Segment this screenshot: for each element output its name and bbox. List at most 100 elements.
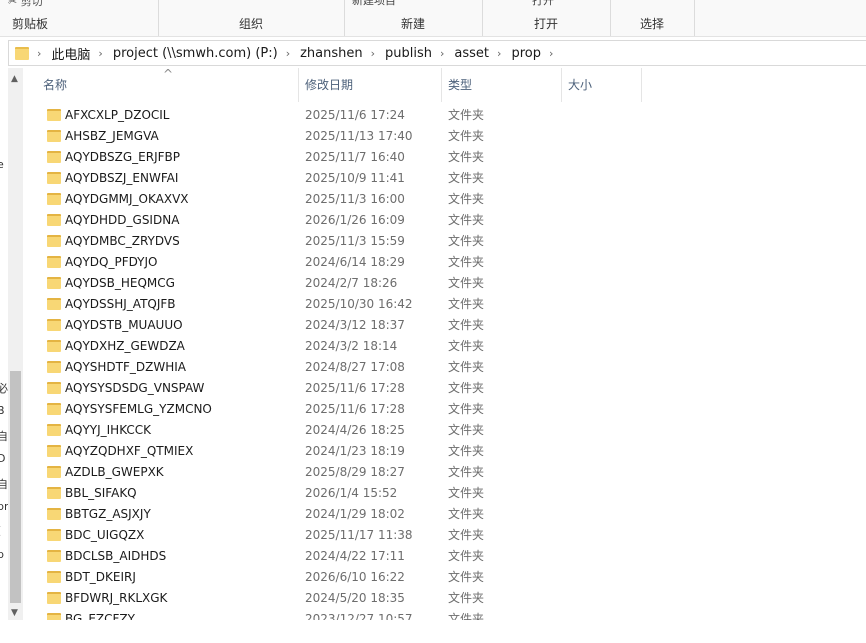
file-row[interactable]: AHSBZ_JEMGVA 2025/11/13 17:40 文件夹 [23, 126, 866, 147]
folder-icon [47, 571, 61, 583]
file-modified-date: 2024/1/23 18:19 [305, 444, 405, 458]
file-row[interactable]: AQYSYSFEMLG_YZMCNO 2025/11/6 17:28 文件夹 [23, 399, 866, 420]
ribbon-group-select: 选择 [610, 0, 695, 36]
file-modified-date: 2024/3/12 18:37 [305, 318, 405, 332]
file-row[interactable]: AQYSYSDSDG_VNSPAW 2025/11/6 17:28 文件夹 [23, 378, 866, 399]
nav-item-fragment[interactable]: 自 [0, 476, 8, 492]
file-row[interactable]: BBTGZ_ASJXJY 2024/1/29 18:02 文件夹 [23, 504, 866, 525]
breadcrumb-publish[interactable]: publish [385, 46, 432, 61]
file-row[interactable]: AQYSHDTF_DZWHIA 2024/8/27 17:08 文件夹 [23, 357, 866, 378]
nav-item-fragment[interactable]: p [0, 548, 4, 561]
file-row[interactable]: AZDLB_GWEPXK 2025/8/29 18:27 文件夹 [23, 462, 866, 483]
file-row[interactable]: AQYDSB_HEQMCG 2024/2/7 18:26 文件夹 [23, 273, 866, 294]
chevron-right-icon[interactable]: › [440, 47, 444, 60]
open-group-label: 打开 [533, 17, 558, 31]
scrollbar-thumb[interactable] [10, 371, 21, 603]
file-name: AQYDSB_HEQMCG [65, 276, 175, 290]
file-type: 文件夹 [448, 192, 485, 206]
nav-item-fragment[interactable]: B [0, 404, 5, 417]
column-header-type[interactable]: 类型 [442, 68, 562, 102]
file-name: BDC_UIGQZX [65, 528, 145, 542]
chevron-right-icon[interactable]: › [98, 47, 102, 60]
file-type: 文件夹 [448, 150, 485, 164]
file-type: 文件夹 [448, 360, 485, 374]
folder-icon [47, 214, 61, 226]
column-header-size[interactable]: 大小 [562, 68, 642, 102]
file-type: 文件夹 [448, 549, 485, 563]
cut-label: 剪切 [20, 0, 43, 8]
file-row[interactable]: BDT_DKEIRJ 2026/6/10 16:22 文件夹 [23, 567, 866, 588]
address-bar[interactable]: › 此电脑 › project (\\smwh.com) (P:) › zhan… [8, 40, 866, 66]
file-row[interactable]: AFXCXLP_DZOCIL 2025/11/6 17:24 文件夹 [23, 105, 866, 126]
breadcrumb-asset[interactable]: asset [454, 46, 489, 61]
select-group-label: 选择 [639, 17, 664, 31]
file-name: AQYDSTB_MUAUUO [65, 318, 183, 332]
nav-item-fragment[interactable]: ( [0, 524, 1, 537]
file-modified-date: 2024/1/29 18:02 [305, 507, 405, 521]
file-modified-date: 2023/12/27 10:57 [305, 612, 413, 620]
file-row[interactable]: AQYZQDHXF_QTMIEX 2024/1/23 18:19 文件夹 [23, 441, 866, 462]
breadcrumb-prop[interactable]: prop [511, 46, 541, 61]
file-name: BFDWRJ_RKLXGK [65, 591, 168, 605]
chevron-right-icon[interactable]: › [549, 47, 553, 60]
file-type: 文件夹 [448, 255, 485, 269]
file-row[interactable]: AQYDXHZ_GEWDZA 2024/3/2 18:14 文件夹 [23, 336, 866, 357]
scroll-up-icon[interactable]: ▲ [11, 74, 18, 84]
folder-icon [47, 256, 61, 268]
file-name: AQYDBSZG_ERJFBP [65, 150, 181, 164]
folder-icon [47, 466, 61, 478]
folder-icon [15, 46, 29, 60]
file-row[interactable]: AQYDHDD_GSIDNA 2026/1/26 16:09 文件夹 [23, 210, 866, 231]
file-row[interactable]: AQYDGMMJ_OKAXVX 2025/11/3 16:00 文件夹 [23, 189, 866, 210]
new-item-button[interactable]: 新建项目 [352, 0, 396, 8]
file-row[interactable]: BDCLSB_AIDHDS 2024/4/22 17:11 文件夹 [23, 546, 866, 567]
file-row[interactable]: AQYDSSHJ_ATQJFB 2025/10/30 16:42 文件夹 [23, 294, 866, 315]
file-row[interactable]: BBL_SIFAKQ 2026/1/4 15:52 文件夹 [23, 483, 866, 504]
file-modified-date: 2025/8/29 18:27 [305, 465, 405, 479]
file-row[interactable]: AQYYJ_IHKCCK 2024/4/26 18:25 文件夹 [23, 420, 866, 441]
navigation-pane[interactable]: e 必 B 自 D 自 br ( p [0, 68, 8, 643]
file-type: 文件夹 [448, 444, 485, 458]
chevron-right-icon[interactable]: › [286, 47, 290, 60]
open-button[interactable]: 打开 [532, 0, 554, 8]
file-row[interactable]: BDC_UIGQZX 2025/11/17 11:38 文件夹 [23, 525, 866, 546]
folder-icon [47, 382, 61, 394]
chevron-right-icon[interactable]: › [497, 47, 501, 60]
column-header-name[interactable]: 名称 [37, 68, 299, 102]
breadcrumb-drive[interactable]: project (\\smwh.com) (P:) [113, 46, 278, 61]
file-row[interactable]: AQYDBSZG_ERJFBP 2025/11/7 16:40 文件夹 [23, 147, 866, 168]
file-type: 文件夹 [448, 129, 485, 143]
scroll-down-icon[interactable]: ▼ [11, 608, 18, 618]
file-modified-date: 2024/5/20 18:35 [305, 591, 405, 605]
folder-icon [47, 172, 61, 184]
file-row[interactable]: AQYDMBC_ZRYDVS 2025/11/3 15:59 文件夹 [23, 231, 866, 252]
file-type: 文件夹 [448, 297, 485, 311]
cut-button[interactable]: ✂ 剪切 [8, 0, 43, 9]
ribbon-group-open: 打开 打开 [482, 0, 611, 36]
nav-item-fragment[interactable]: D [0, 452, 5, 465]
file-row[interactable]: AQYDSTB_MUAUUO 2024/3/12 18:37 文件夹 [23, 315, 866, 336]
chevron-right-icon[interactable]: › [37, 47, 41, 60]
nav-item-fragment[interactable]: 自 [0, 428, 8, 444]
file-modified-date: 2026/1/26 16:09 [305, 213, 405, 227]
nav-item-fragment[interactable]: 必 [0, 380, 8, 396]
nav-item-fragment[interactable]: br [0, 500, 8, 513]
file-modified-date: 2025/11/17 11:38 [305, 528, 413, 542]
file-name: AQYDBSZJ_ENWFAI [65, 171, 179, 185]
folder-icon [47, 235, 61, 247]
vertical-scrollbar[interactable]: ▲ ▼ [8, 68, 23, 620]
file-row[interactable]: BFDWRJ_RKLXGK 2024/5/20 18:35 文件夹 [23, 588, 866, 609]
folder-icon [47, 445, 61, 457]
file-row[interactable]: AQYDBSZJ_ENWFAI 2025/10/9 11:41 文件夹 [23, 168, 866, 189]
chevron-right-icon[interactable]: › [371, 47, 375, 60]
breadcrumb-zhanshen[interactable]: zhanshen [300, 46, 363, 61]
nav-item-fragment[interactable]: e [0, 158, 4, 171]
file-name: BBTGZ_ASJXJY [65, 507, 151, 521]
file-modified-date: 2025/11/6 17:28 [305, 402, 405, 416]
file-row[interactable]: AQYDQ_PFDYJO 2024/6/14 18:29 文件夹 [23, 252, 866, 273]
clipboard-group-label: 剪贴板 [12, 17, 49, 31]
breadcrumb-this-pc[interactable]: 此电脑 [51, 44, 90, 63]
file-name: AQYDQ_PFDYJO [65, 255, 158, 269]
file-row[interactable]: BG_EZCFZY 2023/12/27 10:57 文件夹 [23, 609, 866, 620]
column-header-modified[interactable]: 修改日期 [299, 68, 442, 102]
